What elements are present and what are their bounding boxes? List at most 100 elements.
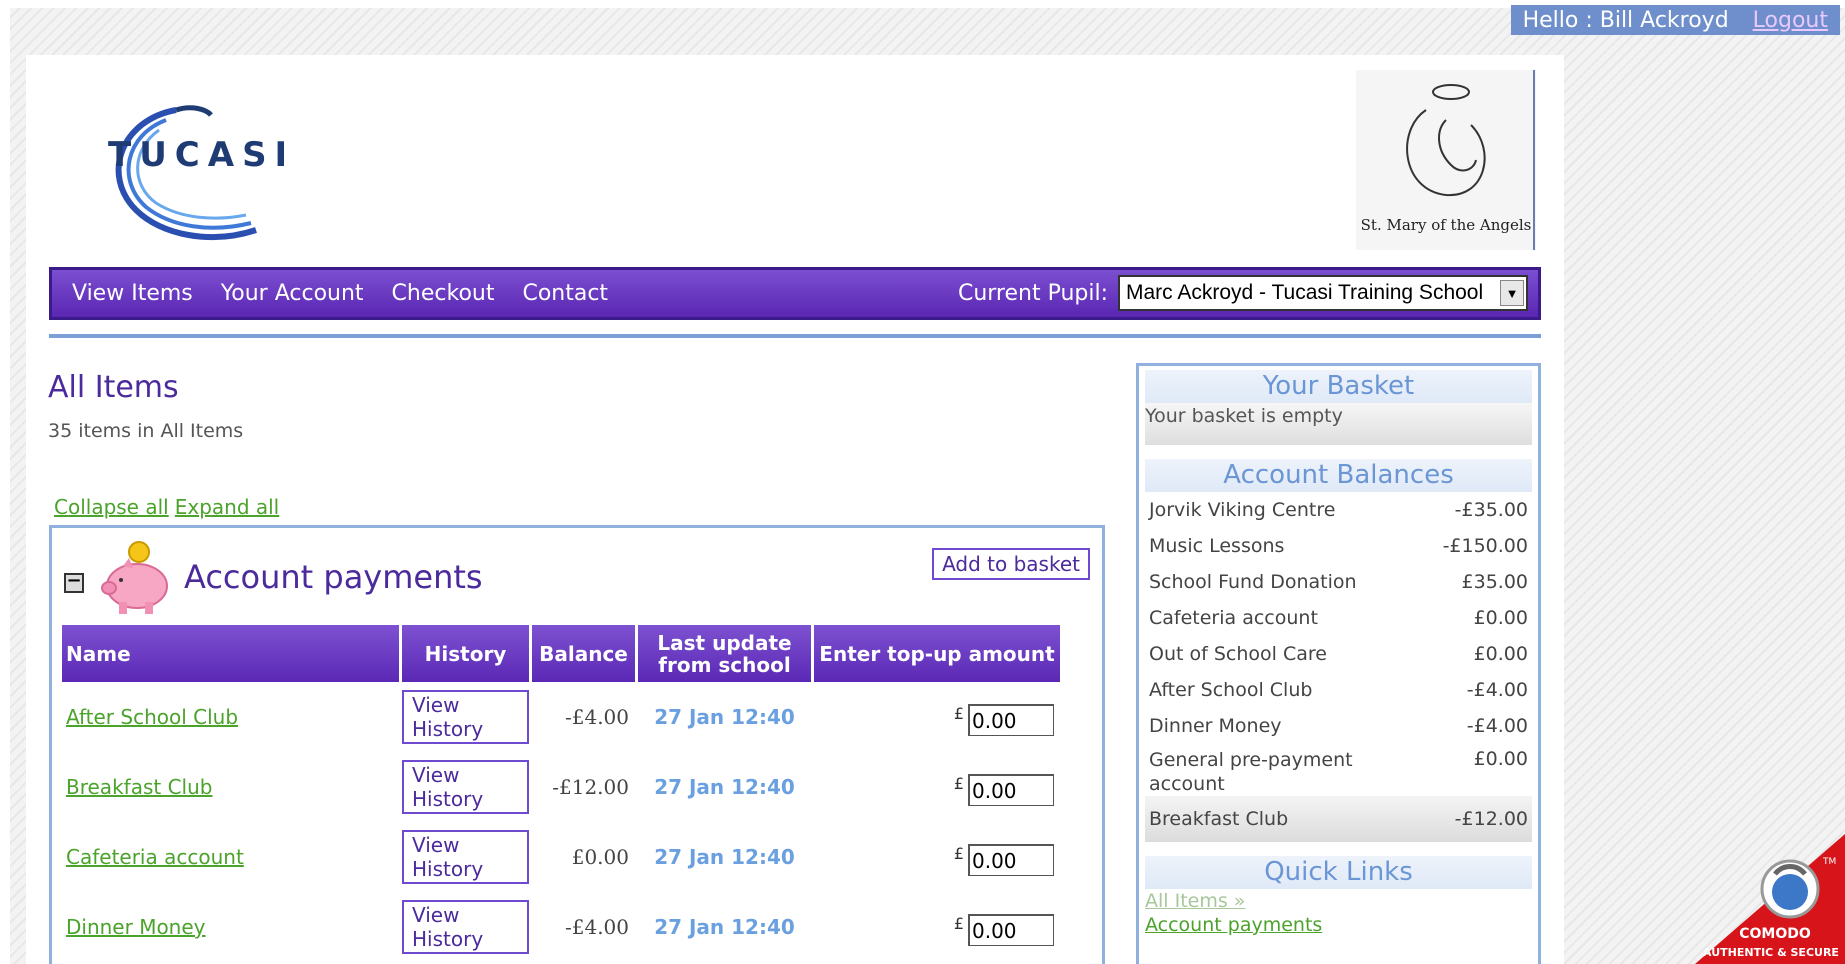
balance-value: £0.00 <box>571 845 629 869</box>
view-history-button[interactable]: View History <box>402 690 529 744</box>
pupil-select-value: Marc Ackroyd - Tucasi Training School <box>1126 281 1484 304</box>
quick-links-list: All Items » Account payments <box>1145 889 1532 937</box>
item-link[interactable]: Cafeteria account <box>66 845 244 869</box>
quick-link-all-items[interactable]: All Items » <box>1145 889 1532 913</box>
nav-checkout[interactable]: Checkout <box>392 281 495 306</box>
table-row: After School Club View History -£4.00 27… <box>62 682 1081 752</box>
table-header: Name History Balance Last update from sc… <box>62 625 1081 682</box>
table-row: Cafeteria account View History £0.00 27 … <box>62 822 1081 892</box>
view-history-button[interactable]: View History <box>402 900 529 954</box>
balance-name: Music Lessons <box>1149 535 1285 557</box>
column-topup: Enter top-up amount <box>814 625 1060 682</box>
chevron-down-icon[interactable]: ▼ <box>1500 280 1524 306</box>
badge-tagline: AUTHENTIC & SECURE <box>1703 946 1839 959</box>
svg-text:St. Mary of the Angels: St. Mary of the Angels <box>1361 216 1532 234</box>
currency-symbol: £ <box>953 844 964 863</box>
expand-all-link[interactable]: Expand all <box>175 495 280 519</box>
balance-value: -£12.00 <box>552 775 629 799</box>
user-bar: Hello : Bill Ackroyd Logout <box>1510 5 1840 35</box>
balance-row: Music Lessons -£150.00 <box>1145 528 1532 564</box>
currency-symbol: £ <box>953 704 964 723</box>
basket-empty-text: Your basket is empty <box>1145 403 1532 445</box>
balance-name: General pre-payment account <box>1149 749 1353 795</box>
pupil-label: Current Pupil: <box>957 280 1108 306</box>
table-row: Breakfast Club View History -£12.00 27 J… <box>62 752 1081 822</box>
balance-row: Dinner Money -£4.00 <box>1145 708 1532 744</box>
badge-brand: COMODO <box>1739 926 1811 942</box>
account-payments-panel: − Account payments Add to basket Name Hi… <box>49 525 1105 964</box>
balance-name: Cafeteria account <box>1149 607 1318 629</box>
collapse-section-icon[interactable]: − <box>64 572 84 593</box>
balance-row: Jorvik Viking Centre -£35.00 <box>1145 492 1532 528</box>
topup-amount-input[interactable] <box>968 704 1054 736</box>
item-link[interactable]: After School Club <box>66 705 238 729</box>
balance-row: School Fund Donation £35.00 <box>1145 564 1532 600</box>
balance-row: After School Club -£4.00 <box>1145 672 1532 708</box>
logo-text: TUCASI <box>108 135 296 175</box>
currency-symbol: £ <box>953 774 964 793</box>
sidebar: Your Basket Your basket is empty Account… <box>1136 363 1541 964</box>
currency-symbol: £ <box>953 914 964 933</box>
last-update-value: 27 Jan 12:40 <box>654 775 795 799</box>
section-title: Account payments <box>184 558 483 596</box>
add-to-basket-button[interactable]: Add to basket <box>932 548 1090 580</box>
balance-amount: -£150.00 <box>1442 535 1528 557</box>
page-title: All Items <box>48 370 179 405</box>
topup-amount-input[interactable] <box>968 774 1054 806</box>
balance-amount: £0.00 <box>1473 748 1528 770</box>
balances-list: Jorvik Viking Centre -£35.00 Music Lesson… <box>1145 492 1532 842</box>
pupil-select[interactable]: Marc Ackroyd - Tucasi Training School ▼ <box>1118 275 1528 311</box>
topup-amount-input[interactable] <box>968 844 1054 876</box>
column-history: History <box>402 625 529 682</box>
nav-your-account[interactable]: Your Account <box>221 281 364 306</box>
logout-link[interactable]: Logout <box>1753 8 1828 33</box>
balance-amount: -£35.00 <box>1454 499 1528 521</box>
balance-name: Out of School Care <box>1149 643 1327 665</box>
table-row: Dinner Money View History -£4.00 27 Jan … <box>62 892 1081 962</box>
collapse-all-link[interactable]: Collapse all <box>54 495 169 519</box>
balance-row: Cafeteria account £0.00 <box>1145 600 1532 636</box>
basket-title: Your Basket <box>1145 370 1532 403</box>
balance-name: School Fund Donation <box>1149 571 1357 593</box>
balance-row: Breakfast Club -£12.00 <box>1145 796 1532 842</box>
nav-view-items[interactable]: View Items <box>72 281 193 306</box>
balance-amount: -£4.00 <box>1466 715 1528 737</box>
quick-links-title: Quick Links <box>1145 856 1532 889</box>
balance-amount: £0.00 <box>1473 643 1528 665</box>
column-balance: Balance <box>532 625 635 682</box>
balance-name: After School Club <box>1149 679 1313 701</box>
balance-row: Out of School Care £0.00 <box>1145 636 1532 672</box>
item-link[interactable]: Breakfast Club <box>66 775 212 799</box>
column-last-update: Last update from school <box>638 625 811 682</box>
last-update-value: 27 Jan 12:40 <box>654 845 795 869</box>
piggy-bank-icon <box>101 541 168 614</box>
last-update-value: 27 Jan 12:40 <box>654 915 795 939</box>
item-link[interactable]: Dinner Money <box>66 915 206 939</box>
view-history-button[interactable]: View History <box>402 830 529 884</box>
balance-value: -£4.00 <box>564 705 629 729</box>
main-nav: View Items Your Account Checkout Contact… <box>49 267 1541 320</box>
balance-amount: -£12.00 <box>1454 808 1528 830</box>
balance-name: Dinner Money <box>1149 715 1282 737</box>
nav-contact[interactable]: Contact <box>522 281 608 306</box>
balance-row: General pre-payment account £0.00 <box>1145 744 1532 796</box>
balance-amount: -£4.00 <box>1466 679 1528 701</box>
balance-name: Jorvik Viking Centre <box>1149 499 1336 521</box>
balance-name: Breakfast Club <box>1149 808 1289 830</box>
items-count: 35 items in All Items <box>48 420 244 442</box>
balance-amount: £0.00 <box>1473 607 1528 629</box>
topup-amount-input[interactable] <box>968 914 1054 946</box>
quick-link-account-payments[interactable]: Account payments <box>1145 913 1532 937</box>
payments-table: Name History Balance Last update from sc… <box>62 625 1081 962</box>
view-history-button[interactable]: View History <box>402 760 529 814</box>
nav-divider <box>49 334 1541 338</box>
school-crest: St. Mary of the Angels <box>1356 70 1536 250</box>
page-container: TUCASI St. Mary of the Angels View Items… <box>26 55 1564 964</box>
balance-value: -£4.00 <box>564 915 629 939</box>
column-name: Name <box>62 625 399 682</box>
comodo-secure-badge: TM COMODO AUTHENTIC & SECURE <box>1695 834 1845 964</box>
balances-title: Account Balances <box>1145 459 1532 492</box>
greeting-text: Hello : Bill Ackroyd <box>1522 7 1729 33</box>
last-update-value: 27 Jan 12:40 <box>654 705 795 729</box>
pupil-selector: Current Pupil: Marc Ackroyd - Tucasi Tra… <box>958 275 1528 311</box>
